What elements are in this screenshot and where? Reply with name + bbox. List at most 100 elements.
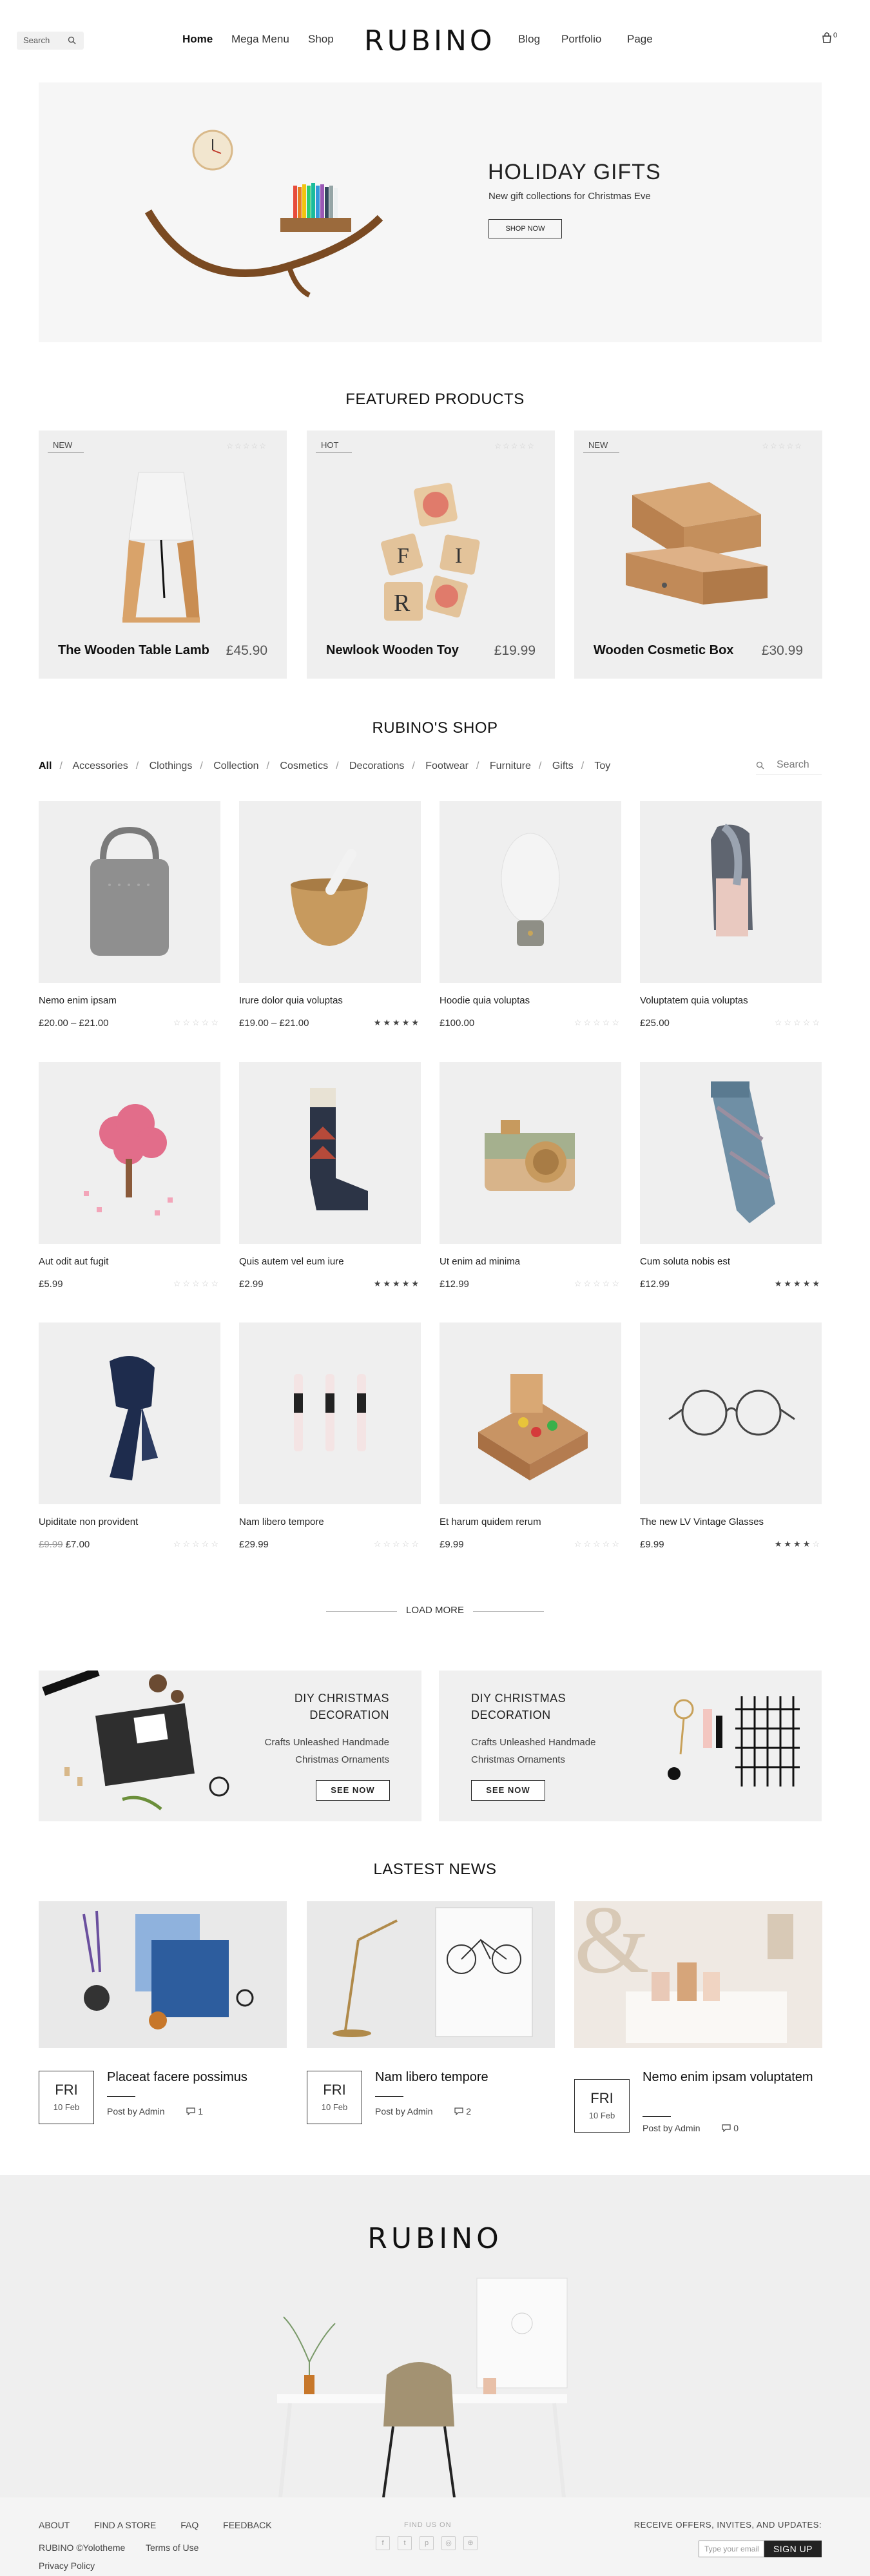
news-card[interactable]: FRI 10 Feb Placeat facere possimus Post b…: [39, 1901, 287, 2124]
product-name[interactable]: Quis autem vel eum iure: [239, 1256, 344, 1267]
footer-link-faq[interactable]: FAQ: [180, 2520, 198, 2530]
product-price: £5.99: [39, 1279, 63, 1290]
product-name[interactable]: Nam libero tempore: [239, 1516, 324, 1527]
news-image[interactable]: [39, 1901, 287, 2048]
nav-mega-menu[interactable]: Mega Menu: [231, 33, 289, 46]
product-card[interactable]: Quis autem vel eum iure £2.99 ★★★★★: [239, 1062, 421, 1290]
post-meta: Post by Admin 2: [375, 2106, 472, 2116]
product-image[interactable]: [440, 1322, 621, 1504]
filter-collection[interactable]: Collection: [213, 760, 258, 771]
filter-cosmetics[interactable]: Cosmetics: [280, 760, 328, 771]
footer-link-about[interactable]: ABOUT: [39, 2520, 70, 2530]
site-logo[interactable]: RUBINO: [364, 24, 496, 57]
product-price: £19.99: [494, 643, 536, 658]
filter-footwear[interactable]: Footwear: [425, 760, 469, 771]
product-image[interactable]: [440, 801, 621, 983]
filter-gifts[interactable]: Gifts: [552, 760, 574, 771]
instagram-icon[interactable]: ◎: [441, 2536, 456, 2550]
featured-card[interactable]: NEW ☆☆☆☆☆ Wooden Cosmetic Box £30.99: [574, 431, 822, 679]
product-card[interactable]: Upiditate non provident £9.99 £7.00 ☆☆☆☆☆: [39, 1322, 220, 1550]
featured-card[interactable]: NEW ☆☆☆☆☆ The Wooden Table Lamb £45.90: [39, 431, 287, 679]
wooden-toy-image: F I R: [381, 483, 480, 621]
rating-stars: ☆☆☆☆☆: [494, 441, 536, 450]
product-name[interactable]: Nemo enim ipsam: [39, 995, 117, 1006]
product-image[interactable]: [640, 801, 822, 983]
product-name[interactable]: Newlook Wooden Toy: [326, 643, 459, 658]
privacy-link[interactable]: Privacy Policy: [39, 2561, 95, 2571]
nav-shop[interactable]: Shop: [308, 33, 334, 46]
product-image[interactable]: [39, 801, 220, 983]
filter-clothings[interactable]: Clothings: [150, 760, 193, 771]
product-name[interactable]: The Wooden Table Lamb: [58, 643, 209, 658]
news-image[interactable]: [307, 1901, 555, 2048]
footer-link-find-store[interactable]: FIND A STORE: [94, 2520, 156, 2530]
nav-portfolio[interactable]: Portfolio: [561, 33, 601, 46]
product-image[interactable]: [640, 1062, 822, 1244]
header-search[interactable]: Search: [17, 32, 84, 50]
product-card[interactable]: The new LV Vintage Glasses £9.99 ★★★★☆: [640, 1322, 822, 1550]
product-name[interactable]: Aut odit aut fugit: [39, 1256, 108, 1267]
pinterest-icon[interactable]: p: [420, 2536, 434, 2550]
featured-card[interactable]: HOT ☆☆☆☆☆ F I R Newlook Wooden Toy £19.9…: [307, 431, 555, 679]
product-image[interactable]: [39, 1062, 220, 1244]
product-card[interactable]: Voluptatem quia voluptas £25.00 ☆☆☆☆☆: [640, 801, 822, 1029]
footer-banner: RUBINO: [0, 2175, 870, 2497]
sign-up-button[interactable]: SIGN UP: [764, 2541, 822, 2557]
twitter-icon[interactable]: t: [398, 2536, 412, 2550]
cart-icon[interactable]: [821, 32, 833, 44]
news-title-link[interactable]: Placeat facere possimus: [107, 2068, 281, 2087]
terms-link[interactable]: Terms of Use: [146, 2542, 198, 2553]
load-more-button[interactable]: LOAD MORE: [326, 1605, 544, 1616]
product-card[interactable]: Nam libero tempore £29.99 ☆☆☆☆☆: [239, 1322, 421, 1550]
shop-search-input[interactable]: Search: [756, 759, 822, 775]
product-card[interactable]: Et harum quidem rerum £9.99 ☆☆☆☆☆: [440, 1322, 621, 1550]
search-icon[interactable]: [68, 36, 76, 44]
product-name[interactable]: Upiditate non provident: [39, 1516, 138, 1527]
news-title-link[interactable]: Nemo enim ipsam voluptatem: [643, 2068, 817, 2087]
product-name[interactable]: Irure dolor quia voluptas: [239, 995, 343, 1006]
news-image[interactable]: &: [574, 1901, 822, 2048]
email-input[interactable]: Type your email: [699, 2541, 764, 2557]
see-now-button[interactable]: SEE NOW: [316, 1780, 390, 1801]
product-card[interactable]: Aut odit aut fugit £5.99 ☆☆☆☆☆: [39, 1062, 220, 1290]
news-card[interactable]: FRI 10 Feb Nam libero tempore Post by Adm…: [307, 1901, 555, 2124]
product-name[interactable]: Hoodie quia voluptas: [440, 995, 530, 1006]
product-card[interactable]: Irure dolor quia voluptas £19.00 – £21.00…: [239, 801, 421, 1029]
nav-home[interactable]: Home: [182, 33, 213, 46]
product-image[interactable]: [239, 1062, 421, 1244]
product-name[interactable]: The new LV Vintage Glasses: [640, 1516, 764, 1527]
product-image[interactable]: [440, 1062, 621, 1244]
share-icon[interactable]: ⊕: [463, 2536, 478, 2550]
product-image[interactable]: [239, 1322, 421, 1504]
product-name[interactable]: Voluptatem quia voluptas: [640, 995, 748, 1006]
filter-accessories[interactable]: Accessories: [72, 760, 128, 771]
shop-now-button[interactable]: SHOP NOW: [488, 219, 562, 238]
news-title-link[interactable]: Nam libero tempore: [375, 2068, 549, 2087]
product-card[interactable]: Ut enim ad minima £12.99 ☆☆☆☆☆: [440, 1062, 621, 1290]
news-card[interactable]: & FRI 10 Feb Nemo enim ipsam voluptatem P…: [574, 1901, 822, 2133]
see-now-button[interactable]: SEE NOW: [471, 1780, 545, 1801]
product-price: £12.99: [440, 1279, 469, 1290]
nav-blog[interactable]: Blog: [518, 33, 540, 46]
product-name[interactable]: Wooden Cosmetic Box: [594, 643, 733, 658]
promo-banner[interactable]: DIY CHRISTMAS DECORATION Crafts Unleashed…: [439, 1671, 822, 1821]
facebook-icon[interactable]: f: [376, 2536, 390, 2550]
footer-link-feedback[interactable]: FEEDBACK: [223, 2520, 271, 2530]
product-image[interactable]: [39, 1322, 220, 1504]
filter-furniture[interactable]: Furniture: [490, 760, 531, 771]
product-card[interactable]: Nemo enim ipsam £20.00 – £21.00 ☆☆☆☆☆: [39, 801, 220, 1029]
title-underline: [643, 2116, 671, 2117]
product-card[interactable]: Cum soluta nobis est £12.99 ★★★★★: [640, 1062, 822, 1290]
nav-page[interactable]: Page: [627, 33, 653, 46]
product-image[interactable]: [640, 1322, 822, 1504]
filter-toy[interactable]: Toy: [594, 760, 610, 771]
filter-all[interactable]: All: [39, 760, 52, 771]
product-card[interactable]: Hoodie quia voluptas £100.00 ☆☆☆☆☆: [440, 801, 621, 1029]
product-name[interactable]: Et harum quidem rerum: [440, 1516, 541, 1527]
product-name[interactable]: Ut enim ad minima: [440, 1256, 520, 1267]
promo-banner[interactable]: DIY CHRISTMAS DECORATION Crafts Unleashed…: [39, 1671, 421, 1821]
product-name[interactable]: Cum soluta nobis est: [640, 1256, 730, 1267]
filter-decorations[interactable]: Decorations: [349, 760, 404, 771]
footer-logo[interactable]: RUBINO: [0, 2222, 870, 2255]
product-image[interactable]: [239, 801, 421, 983]
